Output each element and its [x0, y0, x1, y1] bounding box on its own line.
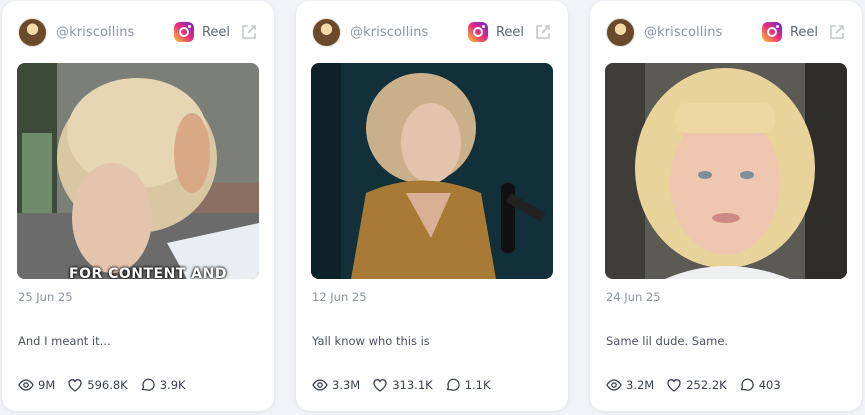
comments-count: 3.9K: [159, 378, 186, 392]
comment-icon: [740, 378, 754, 391]
post-card[interactable]: @kriscollins Reel 12 Jun 25 Yall know wh…: [296, 1, 568, 411]
heart-icon: [68, 379, 82, 392]
views-stat: 3.3M: [312, 377, 360, 393]
comment-icon: [141, 378, 155, 391]
thumbnail-caption-text: FOR CONTENT AND: [69, 266, 227, 279]
views-stat: 3.2M: [606, 377, 654, 393]
comments-count: 1.1K: [464, 378, 491, 392]
avatar[interactable]: [606, 17, 635, 47]
external-link-icon[interactable]: [240, 23, 258, 41]
likes-count: 596.8K: [87, 378, 128, 392]
avatar[interactable]: [312, 17, 341, 47]
eye-icon: [312, 379, 328, 391]
likes-count: 252.2K: [686, 378, 727, 392]
views-count: 3.3M: [332, 378, 361, 392]
post-card[interactable]: @kriscollins Reel 24 Jun 25 Same lil dud…: [590, 1, 862, 411]
comments-stat: 403: [739, 377, 781, 393]
card-header: @kriscollins Reel: [18, 17, 258, 47]
heart-icon: [667, 379, 681, 392]
author-handle[interactable]: @kriscollins: [56, 25, 134, 40]
instagram-icon: [761, 22, 782, 42]
post-text: Yall know who this is: [312, 334, 430, 348]
post-date: 25 Jun 25: [18, 290, 73, 304]
views-count: 3.2M: [626, 378, 655, 392]
comment-icon: [446, 378, 460, 391]
post-date: 24 Jun 25: [606, 290, 661, 304]
views-stat: 9M: [18, 377, 55, 393]
likes-count: 313.1K: [392, 378, 433, 392]
post-thumbnail[interactable]: [311, 63, 553, 279]
avatar[interactable]: [18, 17, 47, 47]
views-count: 9M: [38, 378, 56, 392]
likes-stat: 313.1K: [372, 377, 433, 393]
post-grid: @kriscollins Reel FOR CONTENT AND 25 Jun…: [0, 0, 865, 415]
card-header: @kriscollins Reel: [312, 17, 552, 47]
post-stats: 9M 596.8K 3.9K: [18, 377, 198, 393]
likes-stat: 252.2K: [666, 377, 727, 393]
card-header: @kriscollins Reel: [606, 17, 846, 47]
post-stats: 3.2M 252.2K 403: [606, 377, 793, 393]
instagram-icon: [467, 22, 488, 42]
author-handle[interactable]: @kriscollins: [350, 25, 428, 40]
post-text: And I meant it...: [18, 334, 111, 348]
post-thumbnail[interactable]: FOR CONTENT AND: [17, 63, 259, 279]
eye-icon: [606, 379, 622, 391]
comments-count: 403: [758, 378, 781, 392]
heart-icon: [373, 379, 387, 392]
post-stats: 3.3M 313.1K 1.1K: [312, 377, 503, 393]
comments-stat: 1.1K: [445, 377, 491, 393]
post-text: Same lil dude. Same.: [606, 334, 729, 348]
comments-stat: 3.9K: [140, 377, 186, 393]
likes-stat: 596.8K: [67, 377, 128, 393]
external-link-icon[interactable]: [534, 23, 552, 41]
post-thumbnail[interactable]: [605, 63, 847, 279]
author-handle[interactable]: @kriscollins: [644, 25, 722, 40]
post-type-label: Reel: [789, 24, 818, 40]
post-type-label: Reel: [201, 24, 230, 40]
post-type-label: Reel: [495, 24, 524, 40]
post-card[interactable]: @kriscollins Reel FOR CONTENT AND 25 Jun…: [2, 1, 274, 411]
external-link-icon[interactable]: [828, 23, 846, 41]
post-date: 12 Jun 25: [312, 290, 367, 304]
instagram-icon: [173, 22, 194, 42]
eye-icon: [18, 379, 34, 391]
